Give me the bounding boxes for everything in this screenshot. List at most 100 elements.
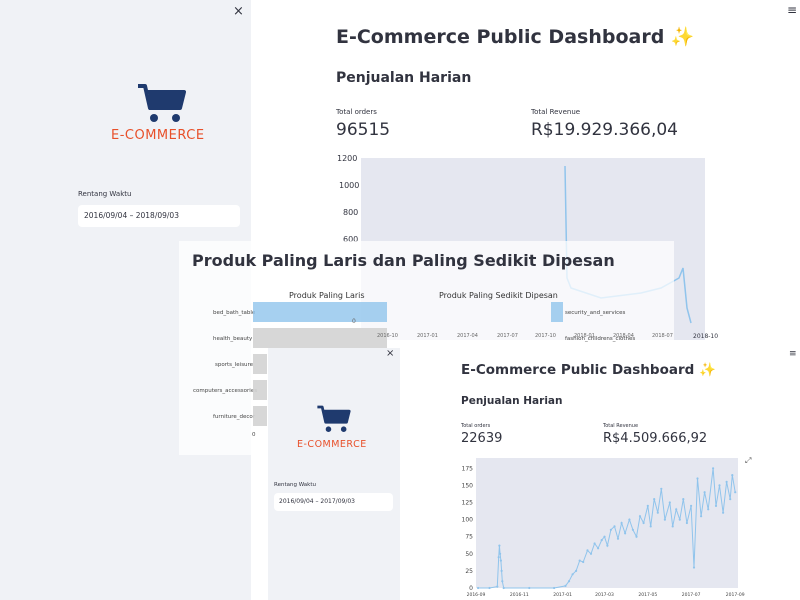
- data-point: [593, 542, 596, 545]
- x-tick: 2017-07: [497, 333, 518, 339]
- data-point: [703, 491, 706, 494]
- data-point: [663, 518, 666, 521]
- daily-sales-chart: 0 25 50 75 100 125 150 175 2016-09 2016-11 2017-01…: [462, 458, 745, 598]
- data-point: [499, 552, 502, 555]
- plot-area: [476, 458, 738, 588]
- data-point: [635, 535, 638, 538]
- data-point: [578, 559, 581, 562]
- data-point: [707, 508, 710, 511]
- x-tick-label: 2017-01: [553, 592, 572, 598]
- data-point: [631, 528, 634, 531]
- page-title: E-Commerce Public Dashboard ✨: [461, 362, 716, 378]
- data-point: [571, 573, 574, 576]
- bar: [551, 302, 563, 322]
- menu-icon[interactable]: ≡: [787, 3, 797, 17]
- category-label: computers_accessories: [193, 388, 258, 394]
- metric-value-orders: 96515: [336, 120, 391, 140]
- metric-label-revenue: Total Revenue: [603, 423, 639, 429]
- x-tick: 2016-10: [377, 333, 398, 339]
- category-label: furniture_decor: [213, 414, 256, 420]
- menu-icon[interactable]: ≡: [789, 349, 797, 359]
- data-point: [729, 498, 732, 501]
- date-range-input[interactable]: 2016/09/04 – 2017/09/03: [274, 493, 393, 511]
- data-point: [700, 515, 703, 518]
- x-tick-last: 2018-10: [693, 333, 719, 340]
- x-tick-label: 2017-05: [638, 592, 657, 598]
- data-point: [690, 504, 693, 507]
- y-tick-label: 150: [462, 482, 474, 489]
- x-tick-label: 2017-07: [682, 592, 701, 598]
- x-tick: 2017-10: [535, 333, 556, 339]
- metric-value-revenue: R$4.509.666,92: [603, 431, 708, 446]
- range-label: Rentang Waktu: [274, 482, 316, 488]
- x-tick: 2018-04: [613, 333, 634, 339]
- data-point: [722, 511, 725, 514]
- data-point: [499, 559, 502, 562]
- data-point: [496, 585, 499, 588]
- y-tick-label: 125: [462, 499, 474, 506]
- data-point: [682, 498, 685, 501]
- section-title: Penjualan Harian: [461, 395, 563, 407]
- x-tick-label: 2016-09: [467, 592, 486, 598]
- metric-value-revenue: R$19.929.366,04: [531, 120, 678, 140]
- x-tick: 2017-01: [417, 333, 438, 339]
- metric-label-orders: Total orders: [336, 108, 377, 116]
- x-tick-label: 2017-09: [726, 592, 745, 598]
- data-point: [600, 539, 603, 542]
- y-tick-label: 0: [469, 585, 473, 592]
- logo-text: E-COMMERCE: [297, 439, 367, 450]
- x-tick-label: 2017-03: [595, 592, 614, 598]
- data-point: [616, 537, 620, 540]
- data-point: [586, 549, 589, 552]
- range-label: Rentang Waktu: [78, 190, 132, 198]
- data-point: [624, 532, 627, 535]
- bar-chart-title-least: Produk Paling Sedikit Dipesan: [439, 291, 558, 300]
- data-point: [567, 580, 571, 583]
- bar: [253, 380, 267, 400]
- x-tick: 2018-01: [574, 333, 595, 339]
- data-point: [497, 556, 500, 559]
- bar: [253, 354, 267, 374]
- bar: [253, 302, 387, 322]
- y-tick-label: 75: [465, 534, 473, 541]
- close-icon[interactable]: ×: [386, 349, 394, 359]
- data-point: [488, 586, 491, 590]
- data-point: [675, 508, 678, 511]
- x-tick: 2017-04: [457, 333, 478, 339]
- data-point: [714, 504, 718, 507]
- data-point: [671, 525, 674, 528]
- page-title: E-Commerce Public Dashboard ✨: [336, 26, 695, 48]
- data-point: [628, 518, 631, 521]
- data-point: [712, 467, 715, 470]
- data-point: [613, 525, 616, 528]
- x-tick: 0: [252, 432, 256, 438]
- data-point: [696, 477, 699, 480]
- data-point: [477, 586, 480, 590]
- y-tick-label: 100: [462, 517, 474, 524]
- category-label: bed_bath_table: [213, 310, 256, 316]
- data-point: [502, 586, 505, 590]
- section-title: Penjualan Harian: [336, 70, 472, 86]
- x-tick: 2018-07: [652, 333, 673, 339]
- data-point: [575, 569, 578, 572]
- category-label: health_beauty: [213, 336, 253, 342]
- metric-value-orders: 22639: [461, 431, 503, 446]
- category-label: security_and_services: [565, 310, 626, 316]
- data-point: [638, 515, 642, 518]
- data-point: [564, 584, 567, 587]
- data-point: [603, 535, 606, 538]
- data-point: [498, 544, 501, 547]
- y-tick: 1000: [339, 181, 360, 190]
- data-point: [609, 528, 612, 531]
- data-point: [649, 525, 652, 528]
- category-label: sports_leisure: [215, 362, 254, 368]
- data-point: [589, 552, 593, 555]
- data-point: [678, 518, 681, 521]
- metric-label-orders: Total orders: [461, 423, 491, 429]
- data-point: [528, 586, 531, 590]
- cart-icon: [138, 84, 186, 122]
- data-point: [606, 544, 609, 547]
- data-point: [692, 566, 696, 569]
- close-icon[interactable]: ×: [233, 5, 244, 18]
- date-range-input[interactable]: 2016/09/04 – 2018/09/03: [78, 205, 240, 227]
